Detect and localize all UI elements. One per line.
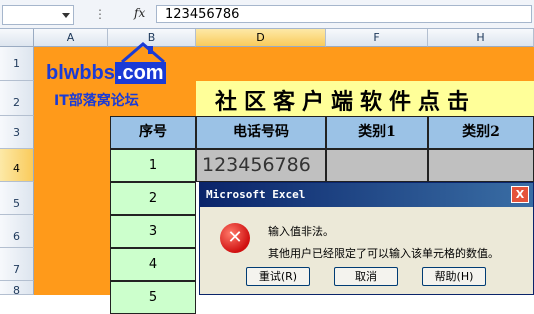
orange-margin-left — [34, 81, 110, 295]
row-number-cell[interactable]: 1 — [110, 149, 196, 182]
row-header-8[interactable]: 8 — [0, 281, 34, 297]
header-cell-category-1[interactable]: 类别1 — [326, 116, 428, 149]
error-dialog: Microsoft Excel X ✕ 输入值非法。 其他用户已经限定了可以输入… — [199, 182, 534, 295]
name-box-dropdown-icon[interactable] — [62, 13, 70, 18]
error-icon: ✕ — [220, 223, 250, 253]
row-header-1[interactable]: 1 — [0, 47, 34, 81]
dialog-title-bar[interactable]: Microsoft Excel X — [200, 183, 533, 207]
site-logo: blwbbs .com — [46, 62, 166, 84]
row-header-7[interactable]: 7 — [0, 248, 34, 281]
header-cell-category-2[interactable]: 类别2 — [428, 116, 534, 149]
column-header-a[interactable]: A — [34, 29, 108, 47]
header-cell-index[interactable]: 序号 — [110, 116, 196, 149]
phone-cell-active[interactable]: 123456786 — [196, 149, 326, 182]
row-header-3[interactable]: 3 — [0, 116, 34, 149]
logo-tagline: IT部落窝论坛 — [54, 93, 139, 109]
retry-button[interactable]: 重试(R) — [246, 267, 310, 286]
column-header-d[interactable]: D — [196, 29, 326, 47]
formula-bar-grip-icon[interactable]: ⋮ — [94, 6, 114, 24]
column-header-f[interactable]: F — [326, 29, 428, 47]
row-number-cell[interactable]: 2 — [110, 182, 196, 215]
row-number-cell[interactable]: 5 — [110, 281, 196, 314]
formula-bar: ⋮ fx 123456786 — [0, 0, 534, 29]
house-logo-icon — [121, 42, 165, 64]
row-header-4[interactable]: 4 — [0, 149, 34, 182]
header-cell-phone[interactable]: 电话号码 — [196, 116, 326, 149]
column-header-h[interactable]: H — [428, 29, 534, 47]
sheet-title: 社区客户端软件点击 — [215, 89, 477, 115]
dialog-message-1: 输入值非法。 — [268, 225, 334, 238]
row-header-2[interactable]: 2 — [0, 81, 34, 116]
dialog-message-2: 其他用户已经限定了可以输入该单元格的数值。 — [268, 247, 499, 260]
close-button[interactable]: X — [511, 186, 529, 203]
row-number-cell[interactable]: 4 — [110, 248, 196, 281]
insert-function-button[interactable]: fx — [134, 6, 150, 24]
help-button[interactable]: 帮助(H) — [422, 267, 486, 286]
category-2-cell[interactable] — [428, 149, 534, 182]
category-1-cell[interactable] — [326, 149, 428, 182]
cancel-button[interactable]: 取消 — [334, 267, 398, 286]
formula-input[interactable]: 123456786 — [156, 5, 532, 23]
row-header-6[interactable]: 6 — [0, 215, 34, 248]
dialog-title: Microsoft Excel — [206, 188, 306, 201]
row-number-cell[interactable]: 3 — [110, 215, 196, 248]
select-all-corner[interactable] — [0, 29, 34, 47]
row-header-5[interactable]: 5 — [0, 182, 34, 215]
